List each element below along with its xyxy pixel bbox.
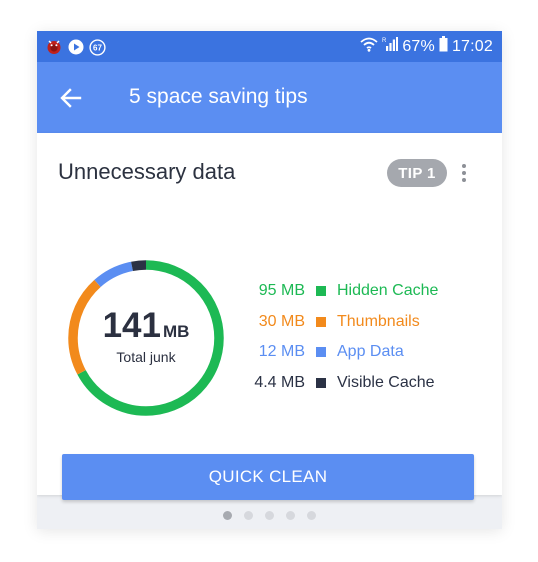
wifi-icon [360, 36, 378, 59]
more-vert-icon[interactable] [455, 160, 473, 186]
legend-row-hidden-cache[interactable]: 95 MB Hidden Cache [237, 276, 477, 307]
legend-size: 12 MB [258, 343, 305, 361]
svg-text:R: R [382, 38, 387, 44]
signal-icon: R [382, 36, 399, 59]
app-bar: 5 space saving tips [37, 62, 502, 133]
clock: 17:02 [451, 38, 493, 55]
page-dot-2[interactable] [244, 510, 253, 520]
counter-badge-number: 67 [93, 43, 102, 52]
junk-legend: 95 MB Hidden Cache 30 MB Thumbnails 12 M… [237, 276, 477, 398]
total-junk-value-line: 141 MB [103, 307, 190, 345]
play-icon [67, 39, 84, 56]
legend-swatch [316, 316, 326, 327]
legend-label: Visible Cache [337, 373, 435, 391]
legend-swatch [316, 286, 326, 297]
page-dot-1[interactable] [223, 510, 232, 520]
legend-label: Thumbnails [337, 312, 420, 330]
legend-row-thumbnails[interactable]: 30 MB Thumbnails [237, 307, 477, 338]
quick-clean-button[interactable]: QUICK CLEAN [62, 454, 474, 500]
legend-label: Hidden Cache [337, 282, 439, 300]
total-junk: 141 MB Total junk [65, 257, 227, 419]
total-junk-caption: Total junk [116, 349, 176, 365]
back-button[interactable] [53, 80, 89, 116]
counter-badge-icon: 67 [89, 38, 106, 56]
legend-row-visible-cache[interactable]: 4.4 MB Visible Cache [237, 368, 477, 399]
page-dot-3[interactable] [265, 510, 274, 520]
legend-label: App Data [337, 343, 404, 361]
legend-size: 95 MB [258, 282, 305, 300]
legend-row-app-data[interactable]: 12 MB App Data [237, 337, 477, 368]
notification-icons: 67 [45, 37, 106, 57]
phone-screen: 67 R 67% 17:02 5 space saving tips Unnec… [37, 31, 502, 529]
battery-percent: 67% [402, 38, 435, 55]
legend-swatch [316, 377, 326, 388]
legend-size: 30 MB [258, 312, 305, 330]
battery-icon [439, 35, 448, 59]
total-junk-value: 141 [102, 306, 161, 345]
page-title: 5 space saving tips [129, 85, 308, 108]
tip-badge: TIP 1 [387, 159, 447, 187]
legend-size: 4.4 MB [254, 373, 305, 391]
total-junk-unit: MB [162, 322, 190, 341]
status-indicators: R 67% 17:02 [360, 35, 493, 59]
page-dot-4[interactable] [286, 510, 295, 520]
bug-icon [45, 39, 62, 56]
page-dot-5[interactable] [307, 510, 316, 520]
page-indicator [37, 509, 502, 521]
arrow-left-icon [60, 88, 82, 108]
legend-swatch [316, 347, 326, 358]
status-bar: 67 R 67% 17:02 [37, 31, 502, 62]
tip-card: Unnecessary data TIP 1 141 MB Total junk… [37, 133, 502, 500]
card-title: Unnecessary data [58, 159, 236, 184]
